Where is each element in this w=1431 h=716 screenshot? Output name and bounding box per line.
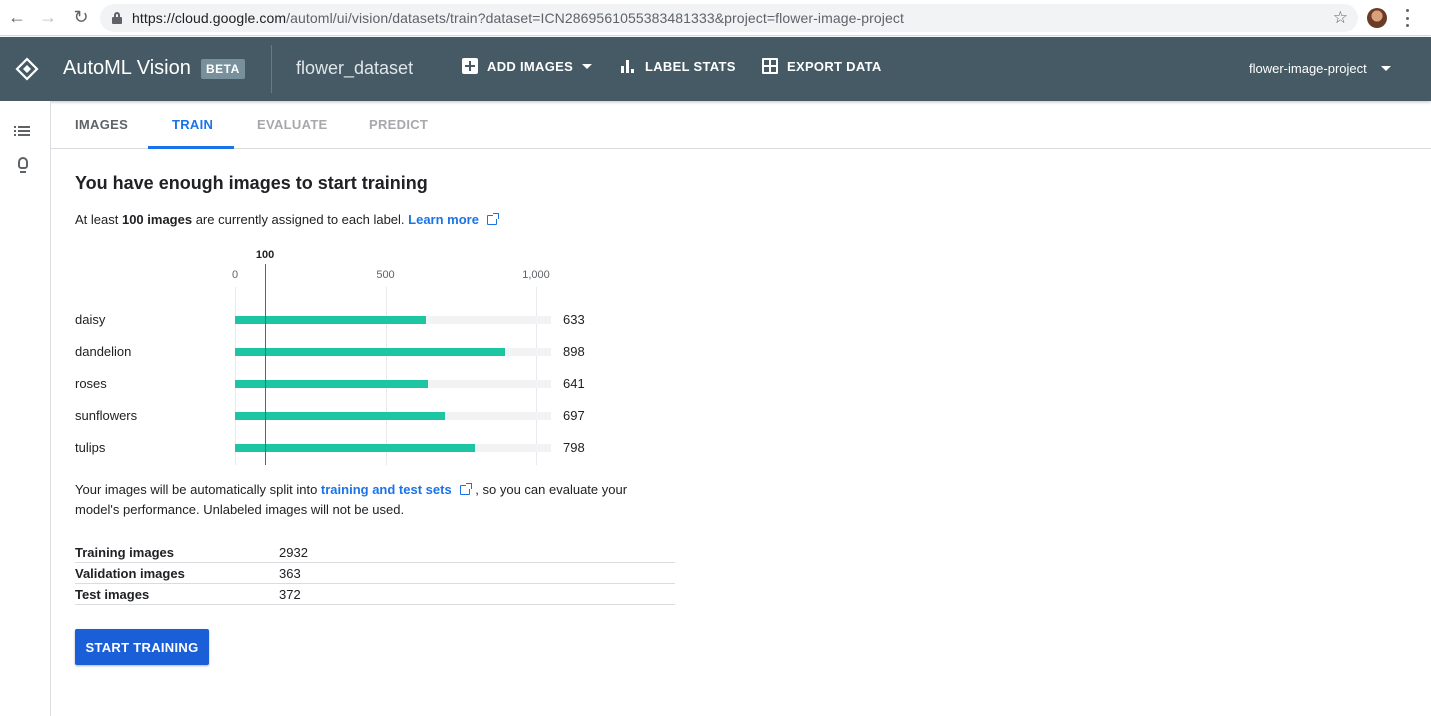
bar [235, 316, 426, 324]
profile-avatar[interactable] [1367, 8, 1387, 28]
stat-label: Training images [75, 545, 174, 560]
bar-category-label: daisy [75, 312, 106, 327]
table-row: Training images 2932 [75, 542, 675, 563]
x-tick-label: 1,000 [522, 269, 550, 281]
stat-value: 372 [279, 587, 301, 602]
gridline [235, 287, 236, 465]
more-vert-icon[interactable] [1405, 9, 1409, 27]
table-row: Validation images 363 [75, 563, 675, 584]
bar-category-label: tulips [75, 440, 106, 455]
bar-value-label: 898 [563, 344, 585, 359]
gridline [385, 287, 387, 465]
bar [235, 380, 428, 388]
bar-category-label: sunflowers [75, 408, 138, 423]
bookmark-star-icon[interactable]: ☆ [1333, 8, 1348, 28]
x-tick-label: 500 [376, 269, 395, 281]
gridline [536, 287, 537, 465]
stat-label: Validation images [75, 566, 185, 581]
bar-category-label: roses [75, 376, 107, 391]
training-test-sets-link[interactable]: training and test sets [321, 482, 452, 497]
chevron-down-icon [1380, 66, 1391, 71]
table-grid-icon [762, 58, 778, 74]
export-data-label: EXPORT DATA [787, 58, 882, 74]
project-name: flower-image-project [1249, 61, 1367, 76]
project-selector[interactable]: flower-image-project [1249, 61, 1391, 76]
start-training-button[interactable]: START TRAINING [75, 629, 209, 665]
export-data-button[interactable]: EXPORT DATA [762, 58, 882, 74]
threshold-line [265, 264, 267, 465]
bar [235, 444, 476, 452]
stat-value: 2932 [279, 545, 308, 560]
open-in-new-icon[interactable] [459, 483, 472, 495]
bar-value-label: 697 [563, 408, 585, 423]
bar-category-label: dandelion [75, 344, 132, 359]
stat-value: 363 [279, 566, 301, 581]
stat-label: Test images [75, 587, 150, 602]
x-tick-label: 0 [231, 269, 239, 281]
bar [235, 412, 445, 420]
bar [235, 348, 506, 356]
bar-value-label: 798 [563, 440, 585, 455]
threshold-label: 100 [255, 249, 275, 261]
split-description: Your images will be automatically split … [75, 482, 628, 517]
split-stats-table: Training images 2932 Validation images 3… [75, 542, 675, 605]
bar-value-label: 633 [563, 312, 585, 327]
bar-value-label: 641 [563, 376, 585, 391]
table-row: Test images 372 [75, 584, 675, 605]
label-count-chart: 0 500 1,000 daisy 633 dandelion 898 roses 641 sun… [0, 0, 700, 470]
